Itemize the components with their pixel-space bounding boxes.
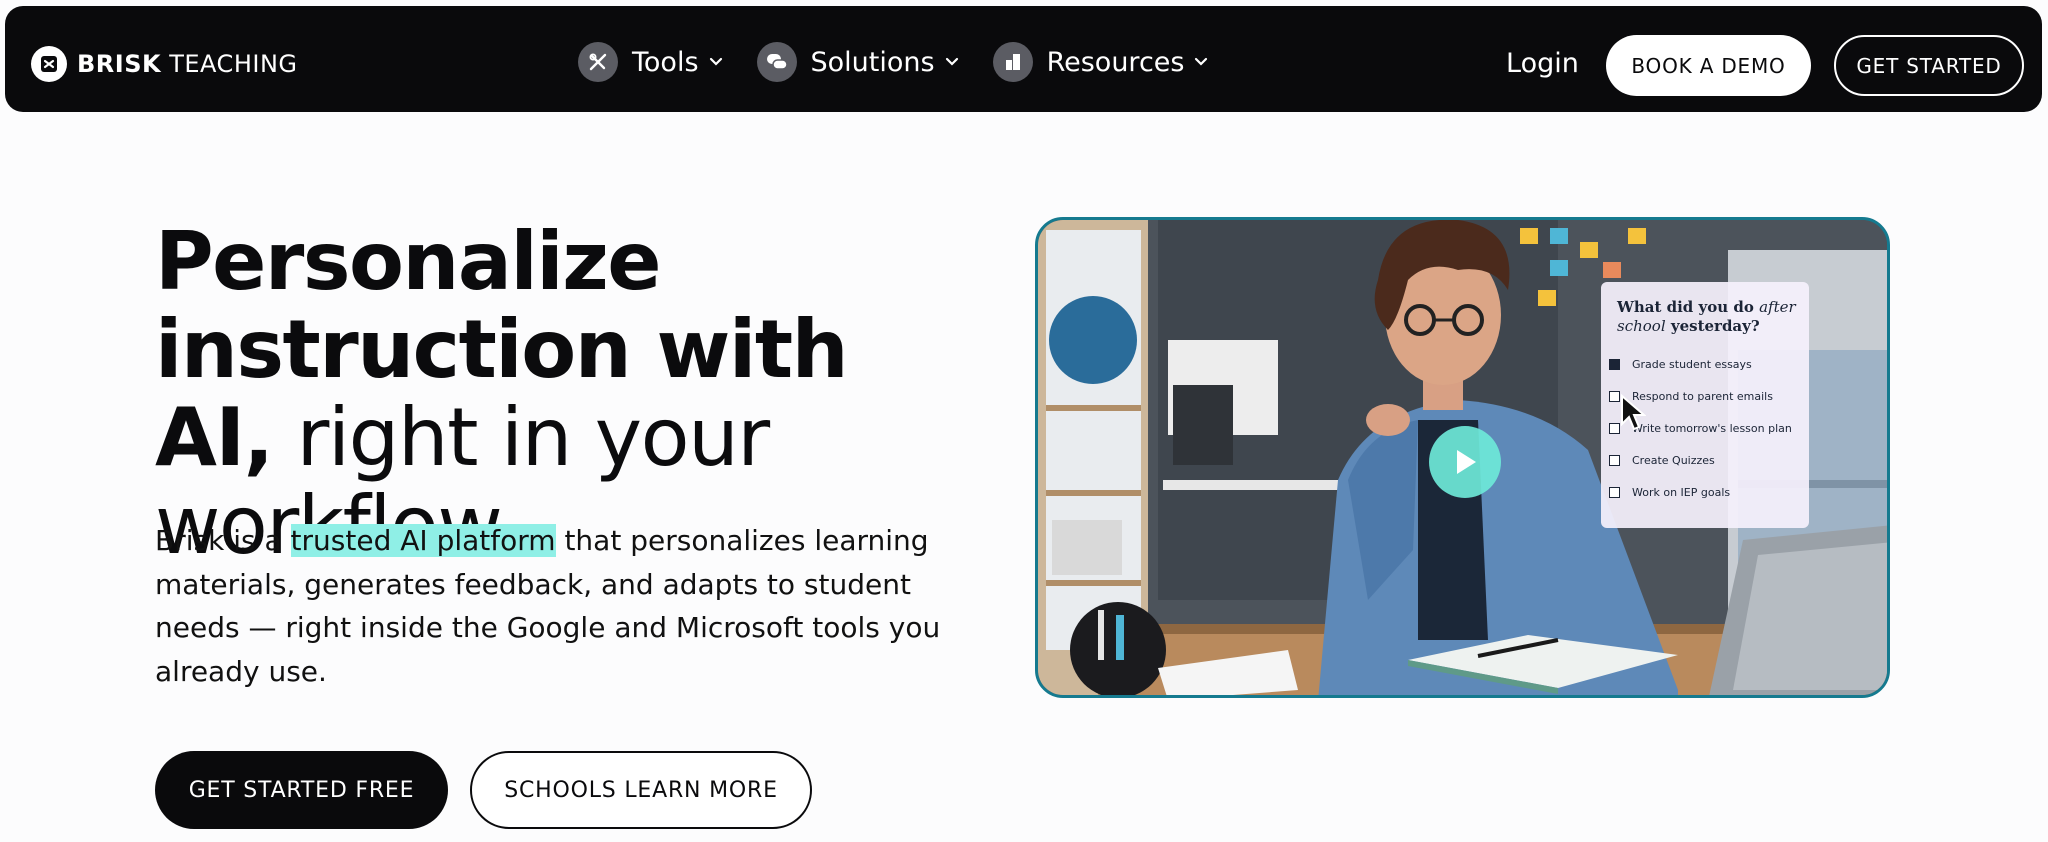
mouse-cursor-icon — [1620, 393, 1647, 436]
nav-menu: Tools Solutions Resources — [578, 42, 1242, 82]
hero-video[interactable]: What did you do after school yesterday? … — [1035, 217, 1890, 698]
nav-item-label: Tools — [632, 46, 699, 78]
hero-headline: Personalize instruction with AI, right i… — [155, 218, 955, 570]
hero-description: Brisk is a trusted AI platform that pers… — [155, 519, 955, 693]
hero-desc-highlight: trusted AI platform — [290, 524, 556, 557]
todo-item-label: Respond to parent emails — [1632, 390, 1773, 403]
todo-item: Work on IEP goals — [1609, 486, 1730, 499]
top-navbar: BRISK TEACHING Tools Solutions Resources… — [5, 6, 2042, 112]
todo-item: Grade student essays — [1609, 358, 1752, 371]
nav-item-solutions[interactable]: Solutions — [756, 42, 959, 82]
nav-item-label: Solutions — [810, 46, 935, 78]
todo-item-label: Grade student essays — [1632, 358, 1752, 371]
checkbox-icon — [1609, 487, 1620, 498]
todo-item-label: Write tomorrow's lesson plan — [1632, 422, 1792, 435]
chevron-down-icon — [945, 57, 959, 67]
todo-card-title-d: yesterday? — [1670, 317, 1760, 335]
brand-name-bold: BRISK — [77, 50, 162, 78]
tools-icon — [578, 42, 618, 82]
todo-item-label: Work on IEP goals — [1632, 486, 1731, 499]
play-button[interactable] — [1429, 426, 1501, 498]
login-link[interactable]: Login — [1506, 48, 1579, 79]
brand-name: BRISK TEACHING — [77, 50, 298, 78]
checkbox-checked-icon — [1609, 359, 1620, 370]
todo-card-title-c: school — [1617, 317, 1666, 335]
todo-card-title: What did you do after school yesterday? — [1617, 298, 1802, 336]
todo-card-title-b: after — [1759, 298, 1796, 316]
todo-item-label: Create Quizzes — [1632, 454, 1715, 467]
get-started-button[interactable]: GET STARTED — [1834, 35, 2024, 96]
chevron-down-icon — [709, 57, 723, 67]
nav-item-resources[interactable]: Resources — [992, 42, 1209, 82]
nav-item-tools[interactable]: Tools — [578, 42, 723, 82]
chevron-down-icon — [1194, 57, 1208, 67]
schools-learn-more-button[interactable]: SCHOOLS LEARN MORE — [470, 751, 812, 829]
todo-item: Create Quizzes — [1609, 454, 1715, 467]
checkbox-icon — [1609, 455, 1620, 466]
checkbox-icon — [1609, 423, 1620, 434]
checkbox-icon — [1609, 391, 1620, 402]
brand-name-light: TEACHING — [169, 50, 298, 78]
get-started-free-button[interactable]: GET STARTED FREE — [155, 751, 448, 829]
brand-logo-link[interactable]: BRISK TEACHING — [31, 46, 298, 82]
book-demo-button[interactable]: BOOK A DEMO — [1606, 35, 1811, 96]
brisk-logo-icon — [31, 46, 67, 82]
play-icon — [1457, 450, 1476, 474]
book-icon — [992, 42, 1033, 82]
hero-desc-start: Brisk is a — [155, 524, 282, 557]
todo-card-title-a: What did you do — [1617, 298, 1754, 316]
chat-bubbles-icon — [756, 42, 797, 82]
nav-item-label: Resources — [1046, 46, 1185, 78]
